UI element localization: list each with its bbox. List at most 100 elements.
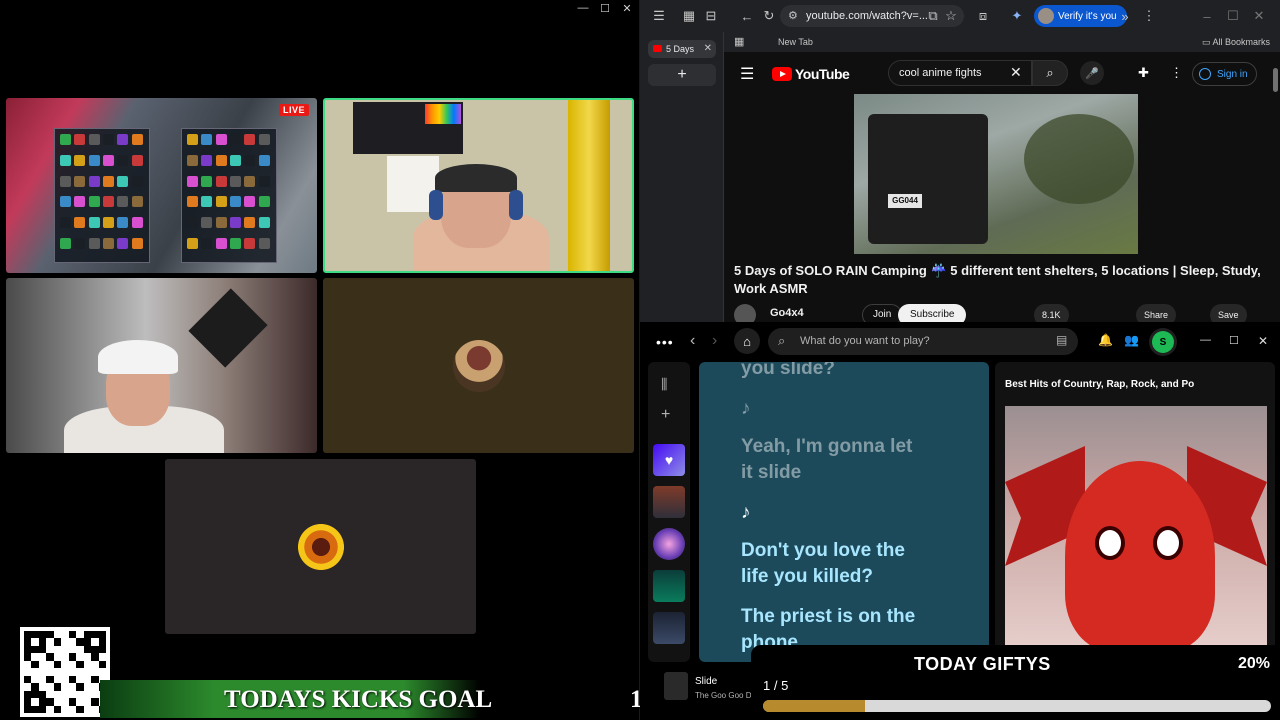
app-menu-icon[interactable]: ••• (656, 334, 674, 350)
maximize-icon[interactable]: ☐ (1222, 5, 1244, 27)
tab-groups-icon[interactable]: ▦ (678, 5, 700, 27)
minimize-icon[interactable]: — (577, 2, 589, 15)
minimize-icon[interactable]: – (1196, 5, 1218, 27)
library-sidebar: ⫼ + ♥ (648, 362, 690, 662)
tab-youtube[interactable]: 5 Days ✕ (648, 40, 716, 58)
reload-icon[interactable]: ↻ (758, 5, 780, 27)
live-badge: LIVE (278, 104, 309, 116)
share-button[interactable]: Share (1136, 304, 1177, 322)
qr-module (53, 698, 62, 706)
apps-icon[interactable]: ▦ (734, 35, 744, 48)
lyric-line[interactable]: Yeah, I'm gonna let it slide (741, 434, 921, 486)
like-button[interactable]: 8.1K (1034, 304, 1069, 322)
minimize-icon[interactable]: — (1200, 334, 1211, 346)
inventory-slot (102, 134, 114, 145)
extensions-icon[interactable]: ⧈ (972, 5, 994, 27)
create-playlist-icon[interactable]: + (661, 406, 670, 424)
site-info-icon[interactable]: ⚙ (788, 9, 798, 22)
browse-icon[interactable]: ▤ (1056, 333, 1067, 347)
qr-module (46, 660, 54, 669)
menu-icon[interactable]: ⋮ (1138, 5, 1160, 27)
inventory-slot (201, 134, 213, 145)
sign-in-button[interactable]: Sign in (1192, 62, 1257, 86)
liked-songs-playlist[interactable]: ♥ (653, 444, 685, 476)
inventory-slot (60, 175, 71, 187)
qr-module (68, 675, 77, 684)
close-icon[interactable]: ✕ (1248, 5, 1270, 27)
hamburger-menu-icon[interactable]: ☰ (740, 64, 754, 84)
home-button[interactable]: ⌂ (734, 328, 760, 354)
participant-tile-camera-off[interactable] (323, 278, 634, 453)
user-avatar[interactable]: S (1152, 331, 1174, 353)
notifications-icon[interactable]: 🔔 (1098, 333, 1113, 347)
qr-module (53, 645, 62, 654)
channel-avatar[interactable] (734, 304, 756, 322)
lyric-line[interactable]: ♪ (741, 396, 981, 422)
inventory-slot (102, 217, 114, 229)
close-icon[interactable]: ✕ (1258, 334, 1268, 348)
qr-module (61, 683, 69, 691)
save-button[interactable]: Save (1210, 304, 1247, 322)
maximize-icon[interactable]: ☐ (599, 2, 611, 15)
channel-name[interactable]: Go4x4 (770, 307, 804, 319)
qr-module (98, 653, 106, 661)
page-scrollbar[interactable] (1273, 68, 1278, 92)
screen-share-tile[interactable]: LIVE (6, 98, 317, 273)
create-icon[interactable]: ✚ (1138, 65, 1149, 81)
clear-search-icon[interactable]: ✕ (1010, 64, 1022, 81)
qr-code (20, 627, 110, 717)
now-playing-context-title[interactable]: Best Hits of Country, Rap, Rock, and Po (1005, 379, 1205, 390)
search-button[interactable]: ⌕ (1032, 60, 1068, 86)
library-artist[interactable] (653, 528, 685, 560)
now-playing-thumbnail[interactable] (664, 672, 688, 700)
all-bookmarks-label: All Bookmarks (1212, 37, 1270, 47)
youtube-logo[interactable]: YouTube (772, 66, 850, 82)
close-icon[interactable]: ✕ (621, 2, 633, 15)
library-playlist[interactable] (653, 486, 685, 518)
participant-tile-camera-off[interactable] (165, 459, 476, 634)
library-playlist[interactable] (653, 612, 685, 644)
tab-close-icon[interactable]: ✕ (704, 43, 712, 54)
qr-module (98, 660, 106, 669)
bookmark-new-tab[interactable]: New Tab (778, 37, 813, 47)
forward-icon[interactable]: › (712, 332, 717, 350)
vertical-tab-strip: 5 Days ✕ + (640, 32, 724, 322)
webcam-tile[interactable] (6, 278, 317, 453)
lyric-line-current[interactable]: ♪ (741, 500, 981, 526)
back-icon[interactable]: ← (736, 5, 758, 27)
inventory-slot (244, 217, 256, 229)
search-input[interactable]: What do you want to play? (768, 328, 1078, 355)
inventory-slot (74, 217, 86, 229)
all-bookmarks-button[interactable]: ▭ All Bookmarks (1202, 37, 1270, 48)
qr-module (24, 698, 32, 706)
verify-identity-chip[interactable]: Verify it's you (1034, 5, 1127, 27)
qr-module (76, 653, 84, 661)
youtube-page: ☰ YouTube cool anime fights ✕ ⌕ 🎤 ✚ ⋮ Si… (724, 52, 1280, 322)
account-icon (1199, 68, 1211, 80)
qr-module (24, 683, 32, 691)
back-icon[interactable]: ‹ (690, 332, 695, 350)
settings-more-icon[interactable]: ⋮ (1170, 65, 1183, 81)
video-player[interactable]: GG044 (854, 94, 1138, 254)
library-icon[interactable]: ⫼ (661, 376, 667, 393)
maximize-icon[interactable]: ☐ (1229, 334, 1239, 347)
new-tab-button[interactable]: + (648, 64, 716, 86)
webcam-tile-active-speaker[interactable] (323, 98, 634, 273)
now-playing-track[interactable]: Slide (695, 676, 717, 687)
qr-module (53, 683, 62, 691)
vertical-tabs-icon[interactable]: ⊟ (700, 5, 722, 27)
gemini-icon[interactable]: ✦ (1006, 5, 1028, 27)
join-button[interactable]: Join (862, 304, 903, 322)
more-tools-icon[interactable]: » (1114, 5, 1136, 27)
subscribe-button[interactable]: Subscribe (898, 304, 967, 322)
qr-module (53, 705, 62, 713)
friend-activity-icon[interactable]: 👥 (1124, 333, 1139, 347)
tab-search-icon[interactable]: ☰ (648, 5, 670, 27)
bookmark-star-icon[interactable]: ☆ (940, 5, 962, 27)
inventory-slot (201, 175, 213, 187)
lyric-line[interactable]: you slide? (741, 362, 981, 382)
inventory-slot (229, 196, 241, 208)
voice-search-icon[interactable]: 🎤 (1080, 61, 1104, 85)
library-playlist[interactable] (653, 570, 685, 602)
lyric-line[interactable]: Don't you love the life you killed? (741, 538, 931, 590)
